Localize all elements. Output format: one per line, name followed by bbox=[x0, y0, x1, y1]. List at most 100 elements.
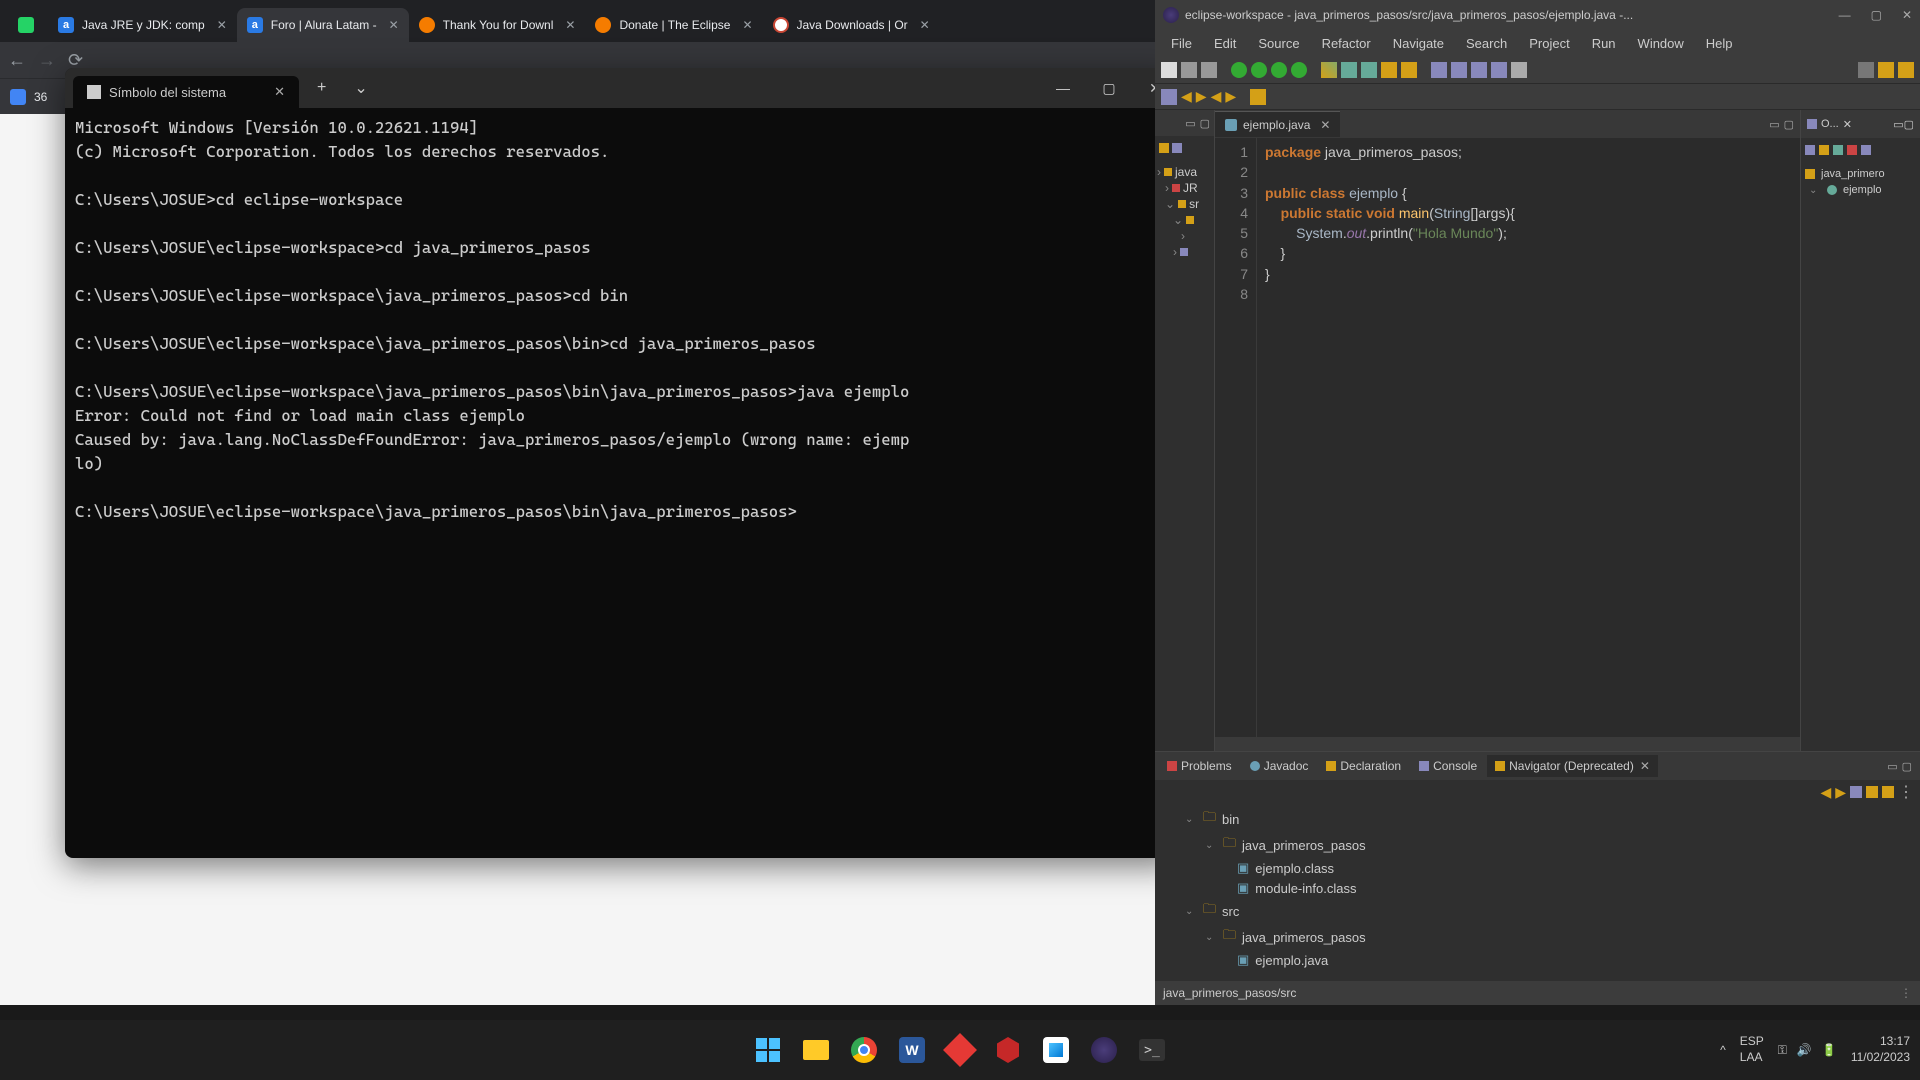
eclipse-app-icon[interactable] bbox=[1084, 1030, 1124, 1070]
mcafee-icon[interactable] bbox=[988, 1030, 1028, 1070]
new-icon[interactable] bbox=[1161, 62, 1177, 78]
toggle-breadcrumb-icon[interactable] bbox=[1431, 62, 1447, 78]
pin-editor-icon[interactable] bbox=[1511, 62, 1527, 78]
minimize-icon[interactable]: ▭ bbox=[1887, 760, 1897, 773]
minimize-icon[interactable]: ▭ bbox=[1893, 118, 1903, 131]
outline-tree[interactable]: java_primero ⌄ejemplo bbox=[1801, 162, 1920, 202]
terminal-titlebar[interactable]: Símbolo del sistema ✕ + ⌄ — ▢ ✕ bbox=[65, 68, 1178, 108]
nav-left-icon[interactable]: ◀ bbox=[1211, 88, 1222, 105]
run-icon[interactable] bbox=[1251, 62, 1267, 78]
forward-history-icon[interactable]: ▶ bbox=[1196, 88, 1207, 105]
language-indicator[interactable]: ESP LAA bbox=[1740, 1034, 1764, 1065]
sort-icon[interactable] bbox=[1805, 145, 1815, 155]
app-icon-red[interactable] bbox=[940, 1030, 980, 1070]
tab-problems[interactable]: Problems bbox=[1159, 755, 1240, 777]
bookmark-label[interactable]: 36 bbox=[34, 90, 47, 104]
search-icon[interactable] bbox=[1401, 62, 1417, 78]
link-icon[interactable] bbox=[1172, 143, 1182, 153]
show-whitespace-icon[interactable] bbox=[1491, 62, 1507, 78]
tab-javadoc[interactable]: Javadoc bbox=[1242, 755, 1317, 777]
tray-expand-icon[interactable]: ^ bbox=[1720, 1043, 1726, 1057]
maximize-icon[interactable]: ▢ bbox=[1904, 118, 1914, 131]
menu-navigate[interactable]: Navigate bbox=[1383, 34, 1454, 53]
store-icon[interactable] bbox=[1036, 1030, 1076, 1070]
link-editor-icon[interactable] bbox=[1161, 89, 1177, 105]
perspective-debug-icon[interactable] bbox=[1898, 62, 1914, 78]
menu-icon[interactable]: ⋮ bbox=[1898, 782, 1914, 802]
new-tab-button[interactable]: + bbox=[307, 79, 336, 97]
close-icon[interactable]: ✕ bbox=[389, 18, 399, 32]
browser-tab-thank-you[interactable]: Thank You for Downl ✕ bbox=[409, 8, 586, 42]
code-editor[interactable]: 1 2 3 4 5 6 7 8 package java_primeros_pa… bbox=[1215, 138, 1800, 737]
volume-icon[interactable]: 🔊 bbox=[1797, 1043, 1812, 1057]
tab-navigator[interactable]: Navigator (Deprecated)✕ bbox=[1487, 755, 1658, 777]
back-history-icon[interactable]: ◀ bbox=[1181, 88, 1192, 105]
filter-icon[interactable] bbox=[1882, 786, 1894, 798]
minimize-button[interactable]: — bbox=[1040, 68, 1086, 108]
pin-icon[interactable] bbox=[1250, 89, 1266, 105]
back-icon[interactable]: ◀ bbox=[1820, 784, 1831, 801]
perspective-java-icon[interactable] bbox=[1878, 62, 1894, 78]
menu-run[interactable]: Run bbox=[1582, 34, 1626, 53]
close-icon[interactable]: ✕ bbox=[274, 84, 285, 100]
menu-edit[interactable]: Edit bbox=[1204, 34, 1246, 53]
toggle-block-icon[interactable] bbox=[1471, 62, 1487, 78]
maximize-icon[interactable]: ▢ bbox=[1784, 118, 1794, 131]
close-icon[interactable]: ✕ bbox=[1640, 759, 1650, 773]
close-icon[interactable]: ✕ bbox=[217, 18, 227, 32]
code-content[interactable]: package java_primeros_pasos; public clas… bbox=[1257, 138, 1800, 737]
menu-project[interactable]: Project bbox=[1519, 34, 1579, 53]
navigator-tree[interactable]: ⌄🗀bin ⌄🗀java_primeros_pasos ▣ejemplo.cla… bbox=[1155, 804, 1920, 981]
forward-icon[interactable]: ▶ bbox=[1835, 784, 1846, 801]
close-icon[interactable]: ✕ bbox=[1320, 118, 1330, 132]
close-button[interactable]: ✕ bbox=[1902, 8, 1912, 22]
minimize-icon[interactable]: ▭ bbox=[1185, 117, 1195, 130]
hide-static-icon[interactable] bbox=[1847, 145, 1857, 155]
menu-window[interactable]: Window bbox=[1628, 34, 1694, 53]
file-explorer-icon[interactable] bbox=[796, 1030, 836, 1070]
menu-file[interactable]: File bbox=[1161, 34, 1202, 53]
word-icon[interactable]: W bbox=[892, 1030, 932, 1070]
close-icon[interactable]: ✕ bbox=[1843, 118, 1852, 131]
terminal-output[interactable]: Microsoft Windows [Versión 10.0.22621.11… bbox=[65, 108, 1178, 532]
horizontal-scrollbar[interactable] bbox=[1215, 737, 1800, 751]
coverage-icon[interactable] bbox=[1271, 62, 1287, 78]
browser-tab-foro-alura[interactable]: a Foro | Alura Latam - ✕ bbox=[237, 8, 409, 42]
hide-nonpublic-icon[interactable] bbox=[1861, 145, 1871, 155]
terminal-tab-cmd[interactable]: Símbolo del sistema ✕ bbox=[73, 76, 299, 108]
package-explorer-tree[interactable]: ›java ›JR ⌄sr ⌄ › › bbox=[1155, 160, 1214, 264]
tab-console[interactable]: Console bbox=[1411, 755, 1485, 777]
maximize-icon[interactable]: ▢ bbox=[1200, 117, 1210, 130]
start-button[interactable] bbox=[748, 1030, 788, 1070]
clock[interactable]: 13:17 11/02/2023 bbox=[1851, 1034, 1910, 1065]
battery-icon[interactable]: 🔋 bbox=[1822, 1043, 1837, 1057]
nav-right-icon[interactable]: ▶ bbox=[1225, 88, 1236, 105]
run-last-icon[interactable] bbox=[1291, 62, 1307, 78]
browser-tab-java-downloads[interactable]: Java Downloads | Or ✕ bbox=[763, 8, 940, 42]
eclipse-titlebar[interactable]: eclipse-workspace - java_primeros_pasos/… bbox=[1155, 0, 1920, 30]
browser-tab-whatsapp[interactable] bbox=[8, 8, 48, 42]
link-editor-icon[interactable] bbox=[1866, 786, 1878, 798]
browser-tab-jre-jdk[interactable]: a Java JRE y JDK: comp ✕ bbox=[48, 8, 237, 42]
maximize-icon[interactable]: ▢ bbox=[1902, 760, 1912, 773]
browser-tab-donate-eclipse[interactable]: Donate | The Eclipse ✕ bbox=[585, 8, 762, 42]
new-class-icon[interactable] bbox=[1341, 62, 1357, 78]
close-icon[interactable]: ✕ bbox=[565, 18, 575, 32]
minimize-button[interactable]: — bbox=[1839, 8, 1851, 22]
save-all-icon[interactable] bbox=[1201, 62, 1217, 78]
hide-fields-icon[interactable] bbox=[1833, 145, 1843, 155]
tab-dropdown-icon[interactable]: ⌄ bbox=[344, 78, 377, 98]
chrome-icon[interactable] bbox=[844, 1030, 884, 1070]
collapse-all-icon[interactable] bbox=[1850, 786, 1862, 798]
maximize-button[interactable]: ▢ bbox=[1086, 68, 1132, 108]
maximize-button[interactable]: ▢ bbox=[1871, 8, 1882, 22]
save-icon[interactable] bbox=[1181, 62, 1197, 78]
terminal-app-icon[interactable]: >_ bbox=[1132, 1030, 1172, 1070]
search-toolbar-icon[interactable] bbox=[1858, 62, 1874, 78]
wifi-icon[interactable]: ⚿ bbox=[1778, 1043, 1787, 1058]
new-interface-icon[interactable] bbox=[1361, 62, 1377, 78]
debug-icon[interactable] bbox=[1231, 62, 1247, 78]
back-icon[interactable]: ← bbox=[8, 50, 26, 71]
new-package-icon[interactable] bbox=[1321, 62, 1337, 78]
menu-search[interactable]: Search bbox=[1456, 34, 1517, 53]
